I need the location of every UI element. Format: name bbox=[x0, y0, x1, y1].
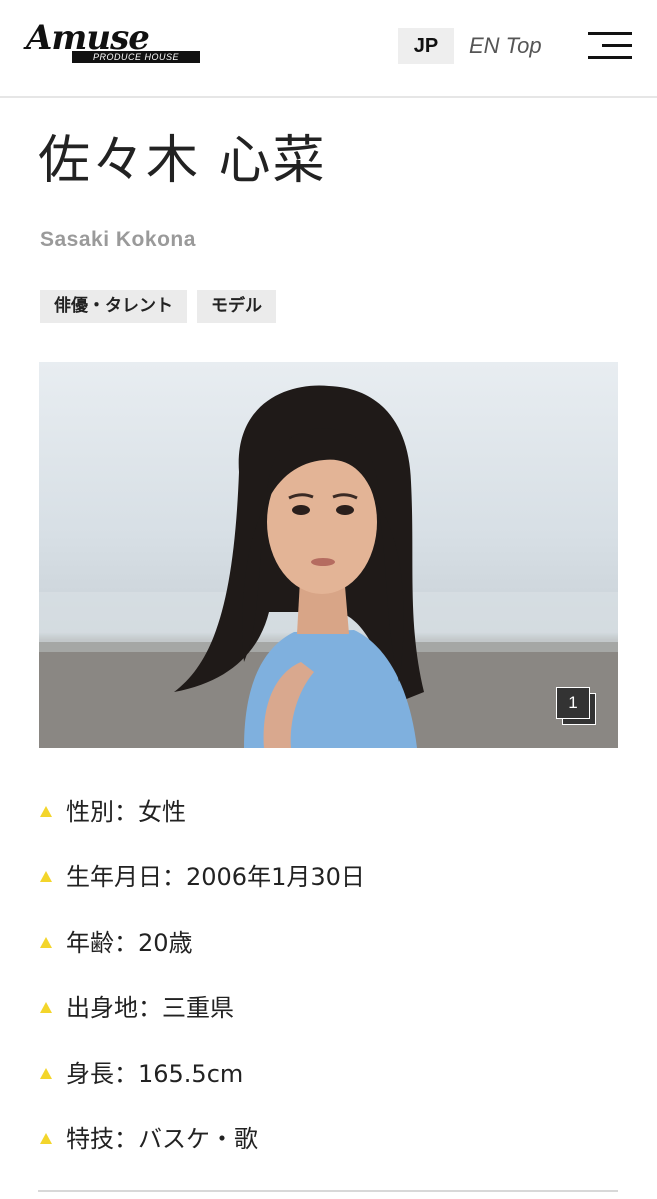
profile-item-text: 特技：バスケ・歌 bbox=[66, 1124, 258, 1153]
profile-item-age: 年齢：20歳 bbox=[38, 911, 618, 976]
menu-line bbox=[588, 32, 632, 35]
profile-item-height: 身長：165.5cm bbox=[38, 1042, 618, 1107]
profile-item-skills: 特技：バスケ・歌 bbox=[38, 1107, 618, 1172]
photo-stack-icon[interactable]: 1 bbox=[556, 687, 596, 725]
profile-item-text: 性別：女性 bbox=[66, 798, 186, 826]
triangle-bullet-icon bbox=[40, 1067, 52, 1079]
profile-item-text: 年齢：20歳 bbox=[66, 928, 193, 957]
triangle-bullet-icon bbox=[40, 806, 52, 817]
language-en-top-link[interactable]: EN Top bbox=[469, 28, 542, 64]
category-tag-actor-talent[interactable]: 俳優・タレント bbox=[40, 290, 187, 323]
profile-item-text: 身長：165.5cm bbox=[66, 1059, 244, 1088]
menu-line bbox=[588, 56, 632, 59]
triangle-bullet-icon bbox=[40, 936, 52, 948]
profile-details-list: 性別：女性 生年月日：2006年1月30日 年齢：20歳 出身地：三重県 身長：… bbox=[38, 780, 618, 1172]
amuse-logo[interactable]: Amuse PRODUCE HOUSE bbox=[26, 18, 200, 68]
profile-item-hometown: 出身地：三重県 bbox=[38, 976, 618, 1041]
profile-item-birthdate: 生年月日：2006年1月30日 bbox=[38, 845, 618, 910]
triangle-bullet-icon bbox=[40, 1132, 52, 1144]
triangle-bullet-icon bbox=[40, 1002, 52, 1014]
menu-line bbox=[602, 44, 632, 47]
photo-count-label: 1 bbox=[556, 687, 590, 719]
hamburger-menu-icon[interactable] bbox=[586, 28, 632, 62]
artist-name-japanese: 佐々木 心菜 bbox=[38, 131, 327, 191]
artist-photo[interactable] bbox=[39, 362, 618, 748]
profile-item-gender: 性別：女性 bbox=[38, 780, 618, 845]
triangle-bullet-icon bbox=[40, 871, 52, 883]
section-divider bbox=[38, 1190, 618, 1192]
language-jp-button[interactable]: JP bbox=[398, 28, 454, 64]
site-header: Amuse PRODUCE HOUSE JP EN Top bbox=[0, 0, 657, 98]
artist-name-romaji: Sasaki Kokona bbox=[40, 228, 196, 251]
profile-item-text: 出身地：三重県 bbox=[66, 994, 234, 1023]
profile-item-text: 生年月日：2006年1月30日 bbox=[66, 863, 365, 892]
category-tag-model[interactable]: モデル bbox=[197, 290, 276, 323]
category-tags: 俳優・タレント モデル bbox=[40, 290, 286, 323]
logo-subtitle: PRODUCE HOUSE bbox=[72, 51, 200, 63]
artist-profile-page: Amuse PRODUCE HOUSE JP EN Top 佐々木 心菜 Sas… bbox=[0, 0, 657, 1199]
portrait-illustration bbox=[39, 385, 618, 748]
